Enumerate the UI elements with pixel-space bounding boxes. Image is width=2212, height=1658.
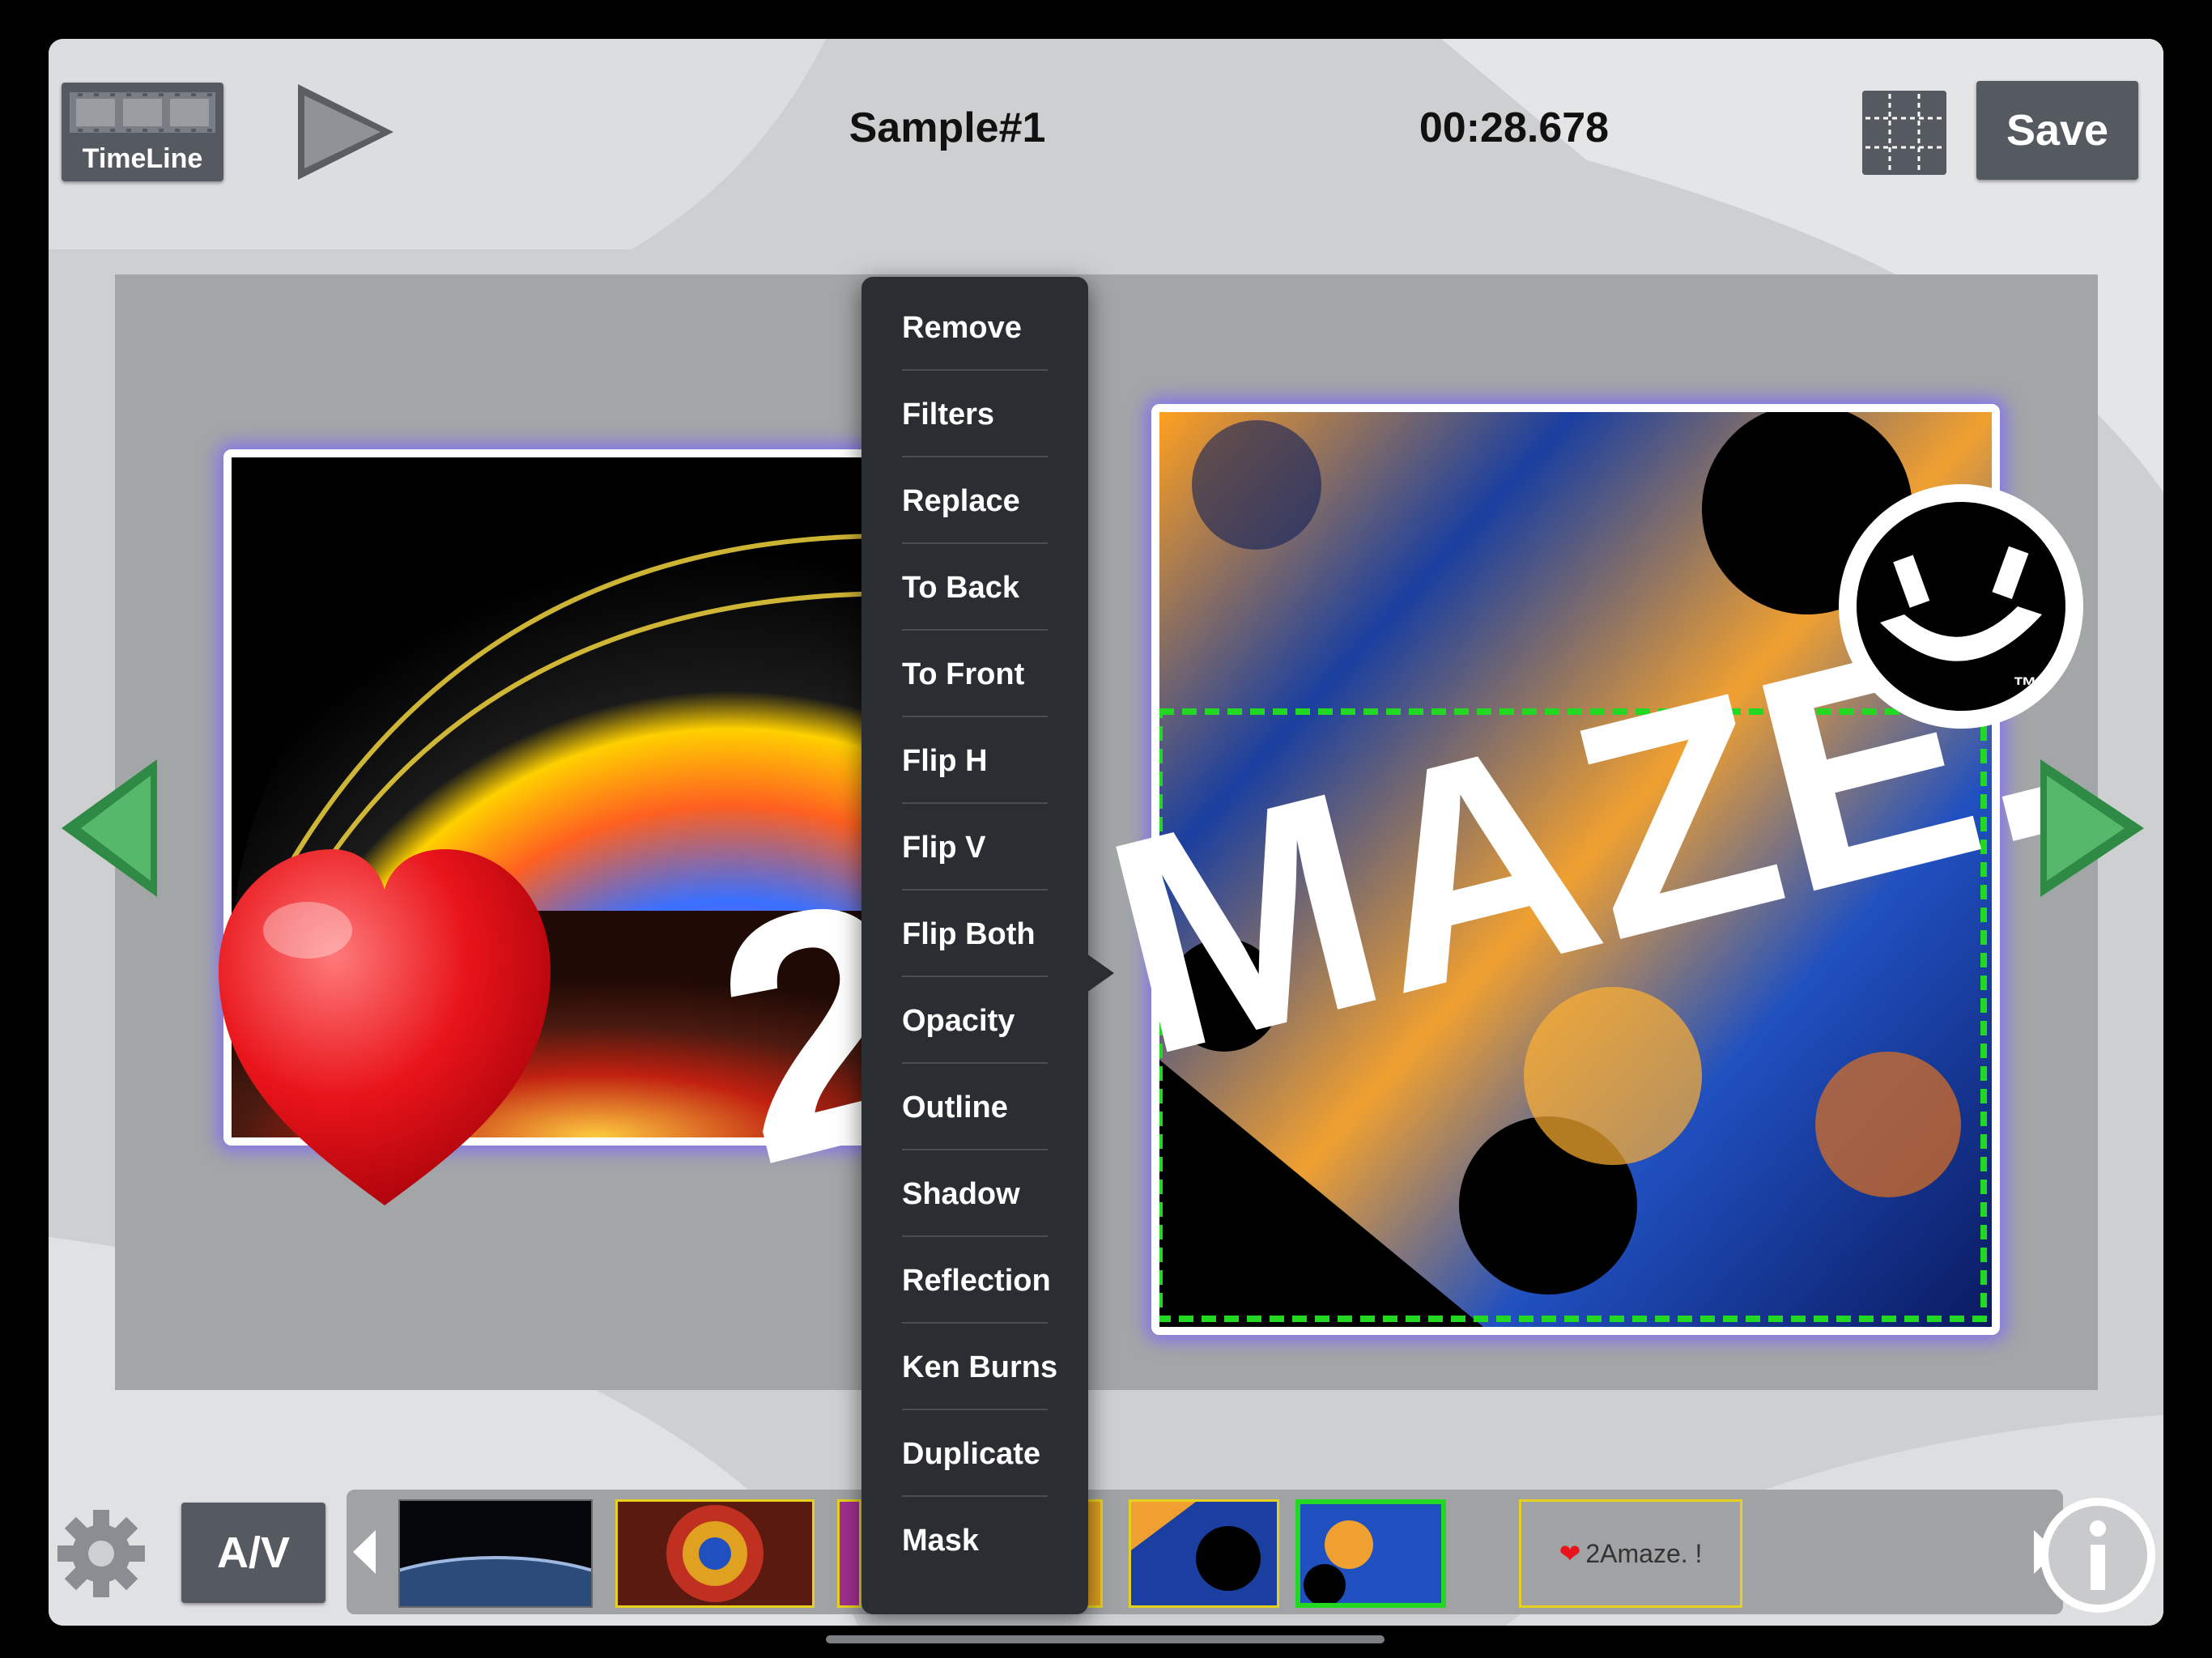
menu-item-reflection[interactable]: Reflection xyxy=(902,1238,1051,1324)
menu-item-remove[interactable]: Remove xyxy=(902,285,1048,371)
filmstrip-prev-icon[interactable] xyxy=(353,1530,377,1574)
context-menu: Remove Filters Replace To Back To Front … xyxy=(861,277,1088,1614)
smiley-logo-icon xyxy=(1839,484,2083,729)
timecode: 00:28.678 xyxy=(1419,104,1610,151)
text-clip-label: 2Amaze. ! xyxy=(1585,1538,1703,1568)
menu-item-to-front[interactable]: To Front xyxy=(902,631,1048,717)
menu-item-mask[interactable]: Mask xyxy=(902,1498,1048,1584)
menu-item-duplicate[interactable]: Duplicate xyxy=(902,1411,1048,1497)
logo-overlay[interactable]: 2/ MAZE. xyxy=(601,436,2139,1327)
arrow-left-icon[interactable] xyxy=(62,759,159,897)
menu-item-flip-h[interactable]: Flip H xyxy=(902,718,1048,804)
clip-thumb-text[interactable]: ❤ 2Amaze. ! xyxy=(1519,1499,1742,1608)
menu-item-ken-burns[interactable]: Ken Burns xyxy=(902,1324,1057,1410)
menu-item-shadow[interactable]: Shadow xyxy=(902,1151,1048,1237)
play-icon[interactable] xyxy=(293,79,398,185)
heart-icon: ❤ xyxy=(1559,1538,1581,1569)
menu-item-opacity[interactable]: Opacity xyxy=(902,978,1048,1064)
clip-thumb-fractal[interactable] xyxy=(837,1499,861,1608)
menu-item-to-back[interactable]: To Back xyxy=(902,545,1048,631)
arrow-right-icon[interactable] xyxy=(2040,759,2146,897)
clip-filmstrip[interactable]: ❤ 2Amaze. ! xyxy=(347,1490,2063,1614)
home-indicator xyxy=(826,1635,1385,1643)
project-title: Sample#1 xyxy=(849,104,1046,151)
menu-item-flip-v[interactable]: Flip V xyxy=(902,805,1048,891)
menu-item-replace[interactable]: Replace xyxy=(902,458,1048,544)
av-button[interactable]: A/V xyxy=(181,1503,325,1603)
clip-thumb-selected[interactable] xyxy=(1295,1499,1446,1608)
clip-thumb-mandala[interactable] xyxy=(615,1499,815,1608)
heart-sticker[interactable] xyxy=(211,841,559,1222)
clip-thumb-earth[interactable] xyxy=(398,1499,593,1608)
app-screen: TimeLine Sample#1 00:28.678 Save MAZE. ™… xyxy=(49,39,2163,1626)
clip-thumb-mandelbrot-2[interactable] xyxy=(1129,1499,1279,1608)
menu-item-flip-both[interactable]: Flip Both xyxy=(902,891,1048,977)
filmstrip-icon xyxy=(70,92,215,133)
menu-item-filters[interactable]: Filters xyxy=(902,372,1048,457)
info-icon[interactable] xyxy=(2037,1494,2159,1616)
menu-item-outline[interactable]: Outline xyxy=(902,1065,1048,1150)
menu-pointer xyxy=(1087,954,1114,993)
gear-icon[interactable] xyxy=(57,1509,146,1598)
grid-icon[interactable] xyxy=(1862,91,1946,175)
timeline-button[interactable]: TimeLine xyxy=(62,83,223,181)
timeline-label: TimeLine xyxy=(82,143,203,174)
save-button[interactable]: Save xyxy=(1976,81,2138,180)
canvas-preview[interactable]: 2/ MAZE. ™ xyxy=(115,274,2098,1390)
trademark: ™ xyxy=(2013,673,2037,699)
